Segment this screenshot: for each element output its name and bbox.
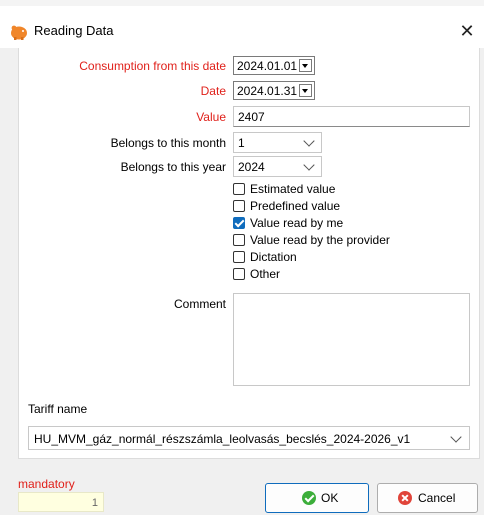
checkbox-label: Predefined value xyxy=(250,199,341,213)
window-title: Reading Data xyxy=(34,23,114,38)
mandatory-label: mandatory xyxy=(18,477,75,491)
checkbox-box[interactable] xyxy=(233,200,245,212)
year-label: Belongs to this year xyxy=(120,160,226,174)
dropdown-arrow-icon[interactable] xyxy=(299,59,312,72)
tariff-name-value: HU_MVM_gáz_normál_részszámla_leolvasás_b… xyxy=(34,432,411,446)
cancel-button[interactable]: Cancel xyxy=(377,483,478,513)
checkbox-label: Estimated value xyxy=(250,182,336,196)
checkbox-label: Other xyxy=(250,267,281,281)
close-icon: ✕ xyxy=(459,21,475,41)
chevron-down-icon xyxy=(303,159,315,171)
ok-button-label: OK xyxy=(321,491,339,505)
year-select-value: 2024 xyxy=(238,160,265,174)
checkbox-label: Value read by me xyxy=(250,216,344,230)
dialog-client-area: Consumption from this date 2024.01.01 Da… xyxy=(0,48,484,515)
checkbox-label: Dictation xyxy=(250,250,297,264)
tariff-name-label: Tariff name xyxy=(28,402,88,416)
value-input-text: 2407 xyxy=(238,110,265,124)
form-panel: Consumption from this date 2024.01.01 Da… xyxy=(18,48,480,459)
checkbox-box[interactable] xyxy=(233,234,245,246)
comment-textarea[interactable] xyxy=(233,293,470,386)
mandatory-count-field: 1 xyxy=(18,492,104,512)
cancel-circle-icon xyxy=(398,491,412,505)
month-label: Belongs to this month xyxy=(110,136,226,150)
date-label: Date xyxy=(200,84,226,98)
chevron-down-icon xyxy=(450,431,462,443)
year-select[interactable]: 2024 xyxy=(233,156,322,177)
comment-label: Comment xyxy=(173,297,226,311)
value-label: Value xyxy=(196,110,226,124)
title-bar: Reading Data ✕ xyxy=(0,6,484,48)
consumption-from-value: 2024.01.01 xyxy=(237,59,298,73)
value-input[interactable]: 2407 xyxy=(233,106,470,127)
dropdown-arrow-icon[interactable] xyxy=(299,84,312,97)
checkbox-box[interactable] xyxy=(233,183,245,195)
month-select[interactable]: 1 xyxy=(233,132,322,153)
cancel-button-label: Cancel xyxy=(418,491,456,505)
check-circle-icon xyxy=(302,491,316,505)
consumption-from-label: Consumption from this date xyxy=(79,59,226,73)
date-value: 2024.01.31 xyxy=(237,84,298,98)
date-picker[interactable]: 2024.01.31 xyxy=(233,81,315,100)
consumption-from-date-picker[interactable]: 2024.01.01 xyxy=(233,56,315,75)
month-select-value: 1 xyxy=(238,136,245,150)
checkbox-box[interactable] xyxy=(233,251,245,263)
checkbox-box[interactable] xyxy=(233,268,245,280)
checkbox-box-checked[interactable] xyxy=(233,217,245,229)
mandatory-count: 1 xyxy=(91,497,98,509)
tariff-name-select[interactable]: HU_MVM_gáz_normál_részszámla_leolvasás_b… xyxy=(28,426,470,450)
checkbox-label: Value read by the provider xyxy=(250,233,390,247)
chevron-down-icon xyxy=(303,135,315,147)
piggy-bank-icon xyxy=(11,25,27,40)
close-button[interactable]: ✕ xyxy=(454,18,480,44)
ok-button[interactable]: OK xyxy=(265,483,369,513)
